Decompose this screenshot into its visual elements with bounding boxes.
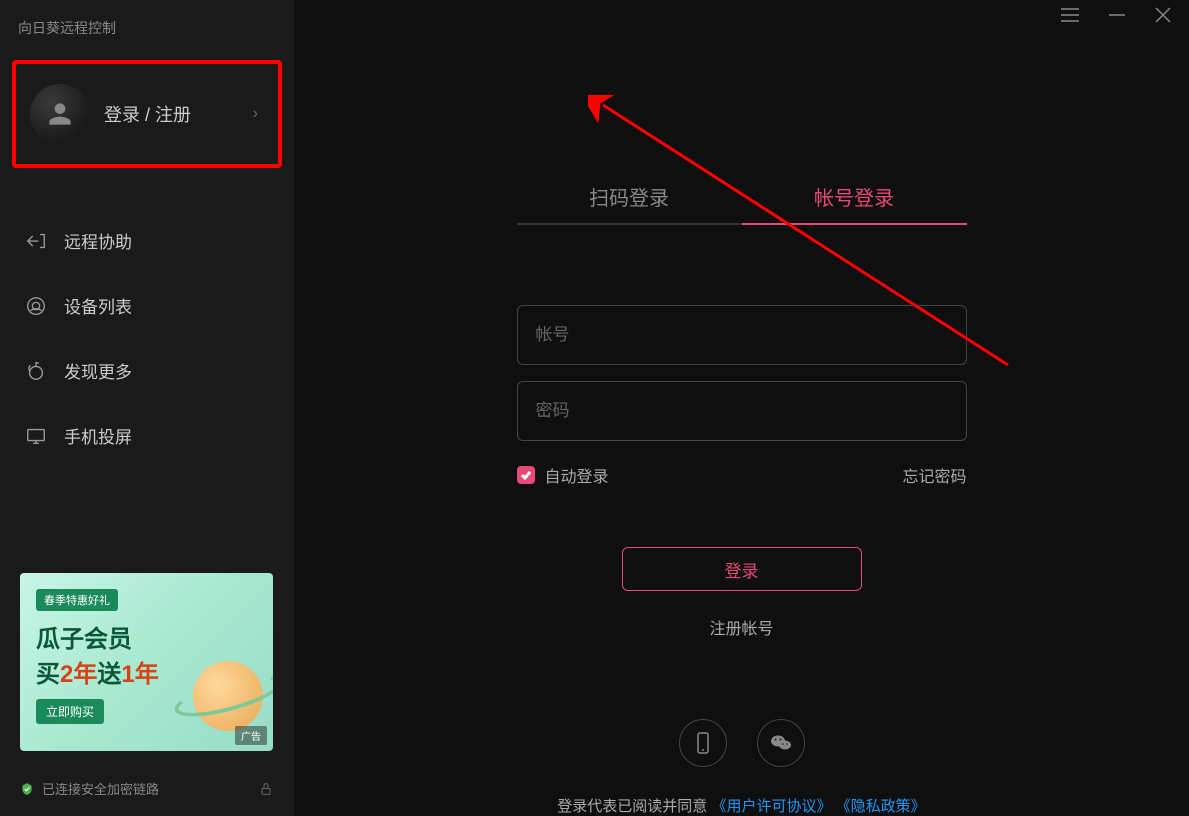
forgot-password-link[interactable]: 忘记密码 — [902, 463, 966, 487]
sidebar: 向日葵远程控制 登录 / 注册 › 远程协助 设备列表 发现更多 — [0, 0, 294, 816]
checkbox-checked-icon — [517, 466, 535, 484]
nav-list: 远程协助 设备列表 发现更多 手机投屏 — [0, 208, 294, 559]
tab-account-login[interactable]: 帐号登录 — [742, 170, 967, 225]
nav-item-remote-assist[interactable]: 远程协助 — [0, 208, 294, 273]
wechat-login-button[interactable] — [757, 719, 805, 767]
promo-buy-button[interactable]: 立即购买 — [36, 699, 104, 724]
nav-label: 手机投屏 — [64, 423, 132, 448]
ad-tag: 广告 — [235, 726, 267, 745]
login-form: 自动登录 忘记密码 — [517, 305, 967, 487]
privacy-policy-link[interactable]: 《隐私政策》 — [836, 798, 926, 815]
nav-label: 发现更多 — [64, 358, 132, 383]
password-input[interactable] — [517, 381, 967, 441]
chevron-right-icon: › — [253, 105, 258, 123]
login-register-card[interactable]: 登录 / 注册 › — [12, 60, 282, 168]
nav-label: 设备列表 — [64, 293, 132, 318]
connection-status: 已连接安全加密链路 — [20, 779, 159, 798]
minimize-button[interactable] — [1109, 14, 1125, 16]
device-list-icon — [24, 294, 48, 318]
login-tabs: 扫码登录 帐号登录 — [517, 170, 967, 225]
account-input[interactable] — [517, 305, 967, 365]
login-button[interactable]: 登录 — [622, 547, 862, 591]
avatar — [30, 84, 90, 144]
minimize-icon — [1109, 14, 1125, 16]
agreement-text: 登录代表已阅读并同意 《用户许可协议》 《隐私政策》 — [557, 795, 925, 816]
lock-icon[interactable] — [258, 781, 274, 797]
titlebar — [294, 0, 1189, 30]
nav-label: 远程协助 — [64, 228, 132, 253]
license-agreement-link[interactable]: 《用户许可协议》 — [711, 798, 831, 815]
login-panel: 扫码登录 帐号登录 自动登录 忘记密码 登录 注册帐号 — [294, 30, 1189, 816]
nav-item-device-list[interactable]: 设备列表 — [0, 273, 294, 338]
nav-item-screen-cast[interactable]: 手机投屏 — [0, 403, 294, 468]
auto-login-checkbox[interactable]: 自动登录 — [517, 463, 609, 487]
phone-icon — [691, 731, 715, 755]
social-login-row — [679, 719, 805, 767]
app-title: 向日葵远程控制 — [0, 0, 294, 50]
close-button[interactable] — [1155, 7, 1171, 23]
auto-login-label: 自动登录 — [545, 463, 609, 487]
wechat-icon — [769, 731, 793, 755]
close-icon — [1155, 7, 1171, 23]
promo-decor-icon — [173, 641, 263, 731]
shield-check-icon — [20, 782, 34, 796]
user-icon — [44, 98, 76, 130]
menu-button[interactable] — [1061, 8, 1079, 22]
sidebar-footer: 已连接安全加密链路 — [0, 765, 294, 816]
remote-assist-icon — [24, 229, 48, 253]
form-options-row: 自动登录 忘记密码 — [517, 463, 967, 487]
mobile-login-button[interactable] — [679, 719, 727, 767]
main-content: 扫码登录 帐号登录 自动登录 忘记密码 登录 注册帐号 — [294, 0, 1189, 816]
nav-item-discover[interactable]: 发现更多 — [0, 338, 294, 403]
discover-icon — [24, 359, 48, 383]
register-link[interactable]: 注册帐号 — [709, 615, 773, 639]
tab-scan-login[interactable]: 扫码登录 — [517, 170, 742, 225]
login-register-label: 登录 / 注册 — [104, 101, 253, 127]
promo-ad[interactable]: 春季特惠好礼 瓜子会员 买2年送1年 立即购买 广告 — [20, 573, 273, 751]
screen-cast-icon — [24, 424, 48, 448]
promo-badge: 春季特惠好礼 — [36, 589, 118, 611]
hamburger-icon — [1061, 8, 1079, 22]
